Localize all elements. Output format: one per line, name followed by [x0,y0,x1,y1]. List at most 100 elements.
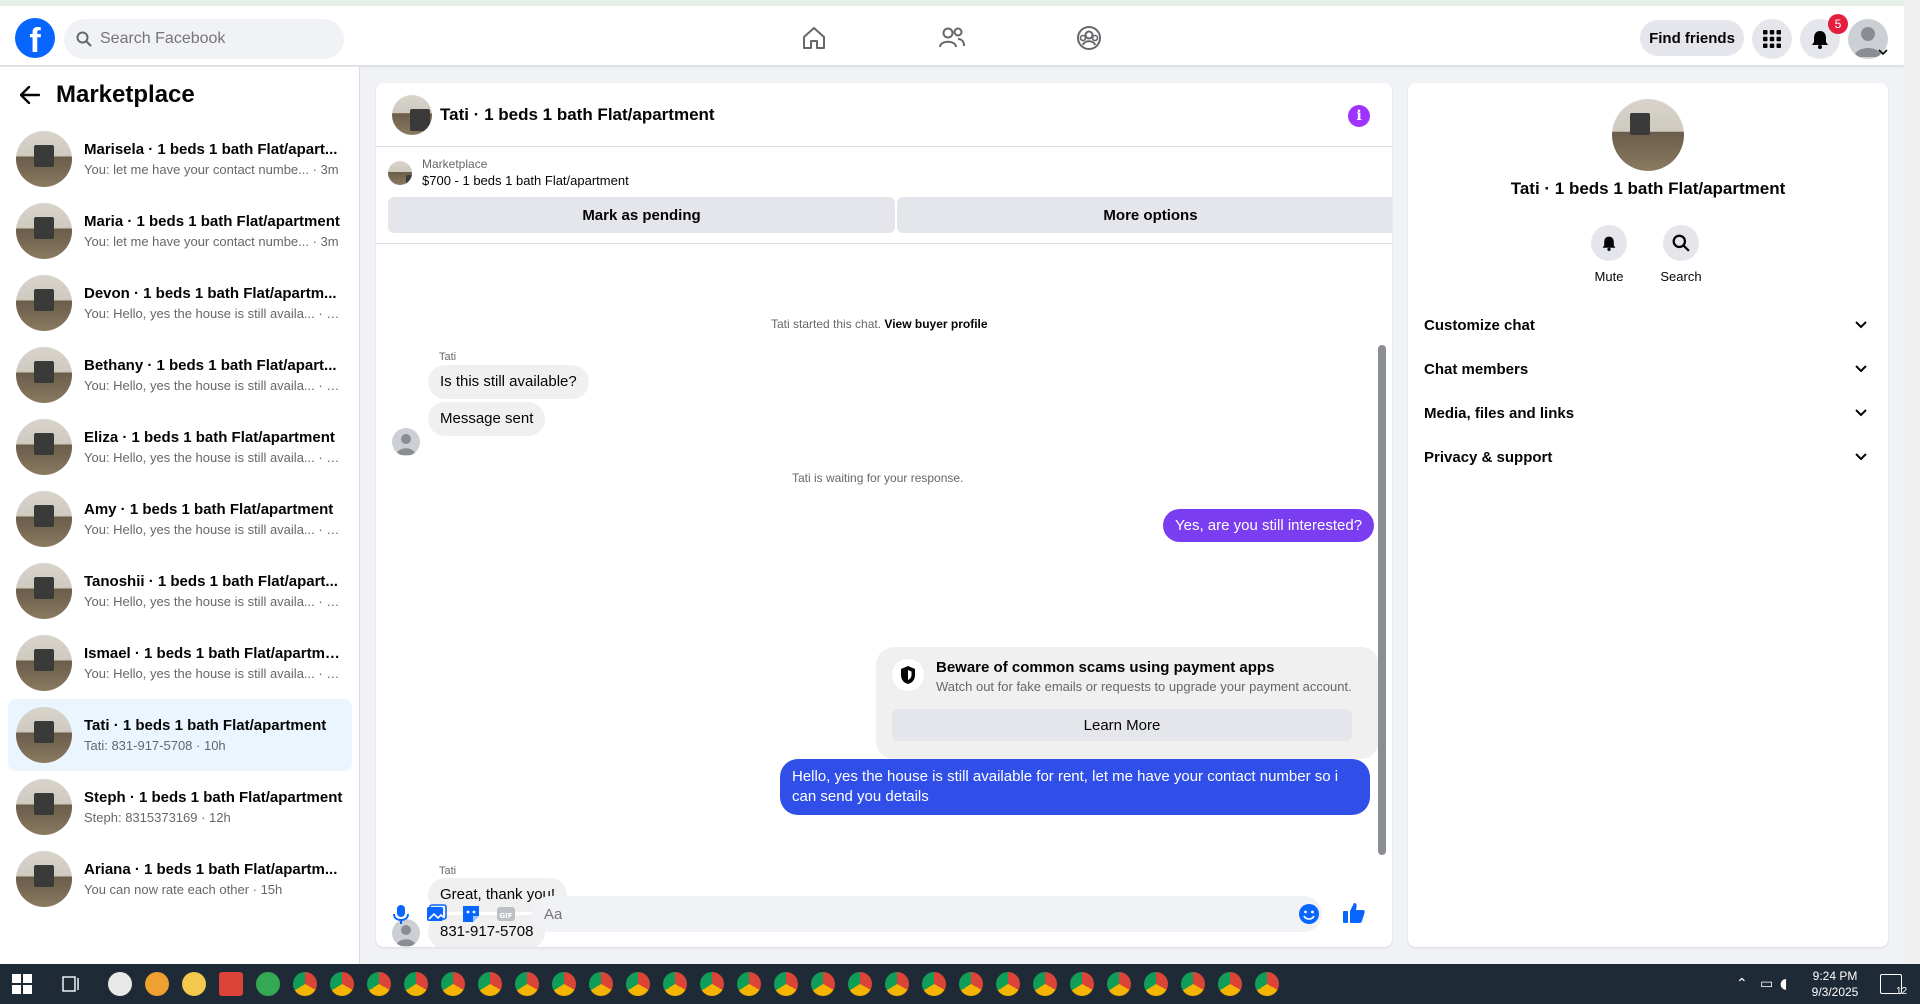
conversation-item[interactable]: Ismael · 1 beds 1 bath Flat/apartme... Yo… [8,627,352,699]
sticker-icon[interactable] [460,903,482,925]
chrome-window-icon[interactable] [774,972,798,996]
incoming-message[interactable]: Message sent [428,402,546,436]
friends-nav-icon[interactable] [922,20,982,56]
home-nav-icon[interactable] [784,20,844,56]
details-menu-item[interactable]: Chat members [1416,347,1880,391]
task-view-icon[interactable] [62,976,80,992]
scam-warning-text: Watch out for fake emails or requests to… [936,679,1352,694]
microphone-icon[interactable] [390,903,412,925]
conversation-item[interactable]: Maria · 1 beds 1 bath Flat/apartment You:… [8,195,352,267]
chrome-window-icon[interactable] [367,972,391,996]
message-input[interactable] [532,896,1322,932]
details-menu-item[interactable]: Privacy & support [1416,435,1880,479]
outgoing-message[interactable]: Hello, yes the house is still available … [780,759,1370,815]
chrome-window-icon[interactable] [1218,972,1242,996]
network-icon[interactable]: ▭ [1760,976,1773,992]
taskbar-app-icon[interactable] [182,972,206,996]
view-buyer-profile-link[interactable]: View buyer profile [884,317,987,331]
chrome-window-icon[interactable] [996,972,1020,996]
more-options-button[interactable]: More options [897,197,1392,233]
conversation-item[interactable]: Steph · 1 beds 1 bath Flat/apartment Step… [8,771,352,843]
conversation-item[interactable]: Amy · 1 beds 1 bath Flat/apartment You: H… [8,483,352,555]
find-friends-button[interactable]: Find friends [1640,20,1744,56]
windows-taskbar: ⌃ ▭ ◖ 9:24 PM 9/3/2025 12 [0,964,1920,1004]
chrome-window-icon[interactable] [404,972,428,996]
conversation-item[interactable]: Marisela · 1 beds 1 bath Flat/apart... Yo… [8,123,352,195]
chrome-window-icon[interactable] [1107,972,1131,996]
details-thumbnail[interactable] [1612,99,1684,171]
conversation-item[interactable]: Devon · 1 beds 1 bath Flat/apartm... You:… [8,267,352,339]
chat-title[interactable]: Tati · 1 beds 1 bath Flat/apartment [440,105,715,125]
chat-panel: Tati · 1 beds 1 bath Flat/apartment i Ma… [376,83,1392,947]
learn-more-button[interactable]: Learn More [892,709,1352,741]
account-chevron-icon[interactable] [1878,48,1888,56]
chrome-window-icon[interactable] [1181,972,1205,996]
shield-icon [892,659,924,691]
taskbar-app-icon[interactable] [145,972,169,996]
conversation-thumbnail [16,563,72,619]
sender-name: Tati [439,351,457,363]
chrome-window-icon[interactable] [1070,972,1094,996]
sender-avatar[interactable] [392,428,420,456]
chrome-window-icon[interactable] [959,972,983,996]
menu-grid-button[interactable] [1752,19,1792,59]
chrome-window-icon[interactable] [700,972,724,996]
details-menu-item[interactable]: Customize chat [1416,303,1880,347]
chrome-window-icon[interactable] [1033,972,1057,996]
details-title: Tati · 1 beds 1 bath Flat/apartment [1510,179,1786,198]
search-action[interactable]: Search [1651,225,1711,284]
conversation-title: Eliza · 1 beds 1 bath Flat/apartment [84,429,335,446]
chrome-window-icon[interactable] [293,972,317,996]
photo-icon[interactable] [425,903,447,925]
chrome-window-icon[interactable] [626,972,650,996]
volume-icon[interactable]: ◖ [1780,976,1787,992]
conversation-item[interactable]: Tati · 1 beds 1 bath Flat/apartment Tati:… [8,699,352,771]
conversation-item[interactable]: Eliza · 1 beds 1 bath Flat/apartment You:… [8,411,352,483]
chrome-window-icon[interactable] [848,972,872,996]
chrome-window-icon[interactable] [515,972,539,996]
conversation-item[interactable]: Ariana · 1 beds 1 bath Flat/apartm... You… [8,843,352,915]
chrome-window-icon[interactable] [589,972,613,996]
taskbar-clock[interactable]: 9:24 PM 9/3/2025 [1800,968,1870,1000]
svg-text:GIF: GIF [499,912,512,920]
chrome-window-icon[interactable] [663,972,687,996]
chrome-window-icon[interactable] [1255,972,1279,996]
facebook-logo[interactable]: f [15,18,55,58]
groups-nav-icon[interactable] [1059,20,1119,56]
chrome-window-icon[interactable] [552,972,576,996]
chrome-window-icon[interactable] [1144,972,1168,996]
gif-icon[interactable]: GIF [495,903,517,925]
search-chat-button[interactable] [1663,225,1699,261]
system-tray-chevron-icon[interactable]: ⌃ [1736,976,1748,992]
chrome-window-icon[interactable] [737,972,761,996]
chrome-window-icon[interactable] [885,972,909,996]
mute-action[interactable]: Mute [1579,225,1639,284]
back-arrow-icon[interactable] [20,86,40,104]
emoji-icon[interactable] [1298,903,1320,925]
windows-start-icon[interactable] [12,974,32,994]
chrome-window-icon[interactable] [330,972,354,996]
incoming-message[interactable]: Is this still available? [428,365,589,399]
mute-button[interactable] [1591,225,1627,261]
chrome-window-icon[interactable] [811,972,835,996]
taskbar-app-icon[interactable] [108,972,132,996]
details-menu-item[interactable]: Media, files and links [1416,391,1880,435]
conversation-item[interactable]: Bethany · 1 beds 1 bath Flat/apart... You… [8,339,352,411]
page-scrollbar[interactable] [1904,0,1920,964]
chrome-window-icon[interactable] [478,972,502,996]
chrome-window-icon[interactable] [441,972,465,996]
listing-summary[interactable]: Marketplace $700 - 1 beds 1 bath Flat/ap… [376,147,1392,188]
conversation-thumbnail [16,635,72,691]
chat-listing-thumbnail[interactable] [392,94,432,135]
thread-scrollbar[interactable] [1378,345,1386,855]
taskbar-app-icon[interactable] [219,972,243,996]
search-box[interactable] [64,19,344,59]
outgoing-message[interactable]: Yes, are you still interested? [1163,509,1375,542]
search-input[interactable] [100,30,320,48]
like-thumb-icon[interactable] [1342,901,1366,925]
info-icon[interactable]: i [1348,105,1370,127]
chrome-window-icon[interactable] [922,972,946,996]
mark-as-pending-button[interactable]: Mark as pending [388,197,895,233]
taskbar-app-icon[interactable] [256,972,280,996]
conversation-item[interactable]: Tanoshii · 1 beds 1 bath Flat/apart... Yo… [8,555,352,627]
